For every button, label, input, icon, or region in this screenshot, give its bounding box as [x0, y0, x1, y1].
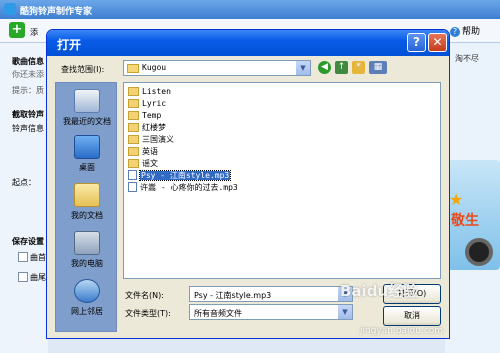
audio-file-icon: [128, 170, 137, 180]
folder-icon: [128, 87, 139, 96]
start-point-label: 起点：: [12, 178, 36, 187]
ringtone-info-label: 铃声信息: [12, 124, 44, 133]
cancel-button[interactable]: 取消: [383, 306, 441, 326]
place-recent-documents[interactable]: 我最近的文档: [56, 89, 118, 127]
recent-docs-icon: [74, 89, 100, 113]
new-folder-icon[interactable]: *: [352, 61, 365, 74]
place-desktop-label: 桌面: [79, 163, 95, 172]
view-menu-icon[interactable]: ▦: [369, 61, 387, 74]
app-title-bar: 酷狗铃声制作专家: [0, 0, 500, 19]
place-recent-label: 我最近的文档: [63, 117, 111, 126]
look-in-value: Kugou: [142, 63, 167, 72]
place-desktop[interactable]: 桌面: [56, 135, 118, 173]
dialog-help-button[interactable]: ?: [407, 33, 426, 52]
save-settings-label: 保存设置: [12, 237, 44, 246]
star-icon: ★: [449, 190, 464, 209]
watermark-url: jingyan.baidu.com: [360, 326, 444, 336]
tagline-text: 淘不尽: [455, 54, 479, 63]
tip-text: 提示：质: [12, 86, 44, 95]
list-item[interactable]: 红楼梦: [128, 122, 166, 134]
app-logo-icon: [4, 3, 16, 15]
audio-file-icon: [128, 182, 137, 192]
filetype-dropdown-icon[interactable]: ▼: [338, 305, 352, 319]
list-item[interactable]: Listen: [128, 86, 171, 98]
my-documents-icon: [74, 183, 100, 207]
folder-icon: [128, 99, 139, 108]
song-info-label: 歌曲信息: [12, 57, 44, 66]
app-left-panel: 歌曲信息 你还未添 提示：质 截取铃声 铃声信息 起点： 保存设置 曲首 曲尾: [0, 43, 48, 353]
dialog-title-bar: 打开 ? ✕: [47, 30, 449, 56]
dialog-title: 打开: [57, 38, 82, 52]
cut-ringtone-label: 截取铃声: [12, 110, 44, 119]
filetype-select[interactable]: 所有音频文件: [189, 304, 353, 320]
add-button-label[interactable]: 添: [30, 27, 38, 38]
place-my-computer-label: 我的电脑: [71, 259, 103, 268]
list-item[interactable]: 谣文: [128, 158, 158, 170]
help-label: 帮助: [462, 27, 481, 37]
place-my-computer[interactable]: 我的电脑: [56, 231, 118, 269]
watermark-logo: Baidu经验: [340, 282, 419, 300]
places-bar: 我最近的文档 桌面 我的文档 我的电脑 网上邻居: [55, 82, 117, 332]
place-my-documents-label: 我的文档: [71, 211, 103, 220]
list-item[interactable]: Lyric: [128, 98, 166, 110]
folder-icon: [128, 111, 139, 120]
place-network[interactable]: 网上邻居: [56, 279, 118, 317]
filetype-label: 文件类型(T):: [125, 309, 171, 318]
list-item-selected[interactable]: Psy - 江南style.mp3: [128, 170, 232, 182]
filename-input[interactable]: Psy - 江南style.mp3: [189, 286, 353, 302]
folder-icon: [128, 147, 139, 156]
help-icon: ?: [450, 27, 460, 37]
my-computer-icon: [74, 231, 100, 255]
network-icon: [74, 279, 100, 303]
option-tail-checkbox[interactable]: [18, 272, 28, 282]
option-head-checkbox[interactable]: [18, 252, 28, 262]
promo-banner[interactable]: ★ 敬生: [445, 160, 500, 270]
song-hint-text: 你还未添: [12, 70, 44, 79]
add-button-icon[interactable]: +: [9, 22, 25, 38]
list-item[interactable]: 三国演义: [128, 134, 174, 146]
list-item[interactable]: 英语: [128, 146, 158, 158]
help-button[interactable]: ? 帮助: [450, 24, 480, 37]
look-in-dropdown[interactable]: Kugou ▼: [123, 60, 311, 76]
option-head-label: 曲首: [30, 253, 46, 262]
place-my-documents[interactable]: 我的文档: [56, 183, 118, 221]
desktop-icon: [74, 135, 100, 159]
folder-icon: [128, 135, 139, 144]
list-item[interactable]: Temp: [128, 110, 161, 122]
dialog-close-button[interactable]: ✕: [428, 33, 447, 52]
filename-label: 文件名(N):: [125, 291, 164, 300]
back-icon[interactable]: ◀: [318, 61, 331, 74]
option-tail-label: 曲尾: [30, 273, 46, 282]
folder-icon: [127, 64, 139, 73]
folder-icon: [128, 159, 139, 168]
place-network-label: 网上邻居: [71, 307, 103, 316]
file-list[interactable]: Listen Lyric Temp 红楼梦 三国演义 英语 谣文 Psy - 江…: [123, 82, 441, 279]
folder-icon: [128, 123, 139, 132]
list-item[interactable]: 许嵩 - 心疼你的过去.mp3: [128, 182, 238, 194]
speaker-icon: [465, 238, 493, 266]
up-folder-icon[interactable]: ↑: [335, 61, 348, 74]
app-title: 酷狗铃声制作专家: [20, 7, 93, 17]
chevron-down-icon[interactable]: ▼: [295, 61, 310, 75]
look-in-label: 查找范围(I):: [61, 65, 105, 74]
promo-text: 敬生: [451, 213, 479, 229]
